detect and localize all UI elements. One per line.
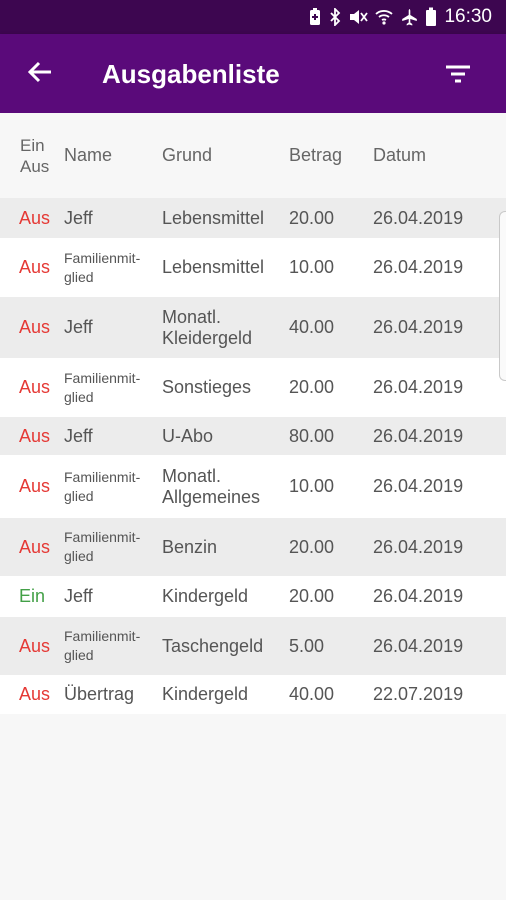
row-datum: 26.04.2019 [373, 377, 464, 397]
row-datum: 26.04.2019 [373, 635, 464, 656]
header-betrag: Betrag [289, 145, 343, 165]
row-name: Übertrag [64, 684, 135, 704]
row-grund: Monatl. Allgemeines [162, 465, 261, 507]
filter-icon [445, 64, 471, 89]
row-grund: Lebensmittel [162, 257, 265, 277]
row-name: Jeff [64, 586, 93, 606]
row-datum: 26.04.2019 [373, 476, 464, 496]
transaction-table: Ein Aus Name Grund Betrag Datum Aus Jeff L… [0, 113, 506, 714]
table-row[interactable]: Aus Familienmit-glied Lebensmittel 10.00 26.… [0, 238, 506, 297]
row-grund: Monatl. Kleidergeld [162, 306, 253, 348]
table-row[interactable]: Aus Jeff U-Abo 80.00 26.04.2019 [0, 417, 506, 455]
row-datum: 26.04.2019 [373, 425, 464, 446]
row-grund: Kindergeld [162, 684, 249, 704]
arrow-back-icon [27, 60, 53, 89]
row-name: Familienmit-glied [64, 628, 141, 663]
row-datum: 26.04.2019 [373, 257, 464, 277]
table-row[interactable]: Aus Jeff Lebensmittel 20.00 26.04.2019 [0, 198, 506, 238]
table-row[interactable]: Aus Familienmit-glied Sonstieges 20.00 26.04… [0, 358, 506, 417]
row-type: Aus [19, 207, 51, 228]
header-grund: Grund [162, 145, 213, 165]
battery-icon [425, 7, 437, 27]
status-bar: 16:30 [0, 0, 506, 34]
table-row[interactable]: Aus Familienmit-glied Monatl. Allgemeines 1… [0, 455, 506, 518]
table-row[interactable]: Aus Übertrag Kindergeld 40.00 22.07.2019 [0, 675, 506, 714]
row-datum: 26.04.2019 [373, 317, 464, 337]
row-name: Familienmit-glied [64, 529, 141, 564]
row-betrag: 10.00 [289, 257, 335, 277]
row-type: Aus [19, 317, 51, 337]
table-header: Ein Aus Name Grund Betrag Datum [0, 113, 506, 198]
row-betrag: 10.00 [289, 476, 335, 496]
header-datum: Datum [373, 145, 427, 165]
row-grund: U-Abo [162, 425, 214, 446]
row-grund: Kindergeld [162, 586, 249, 606]
page-title: Ausgabenliste [102, 59, 280, 89]
row-datum: 26.04.2019 [373, 586, 464, 606]
bluetooth-icon [329, 8, 341, 26]
row-type: Ein [19, 586, 46, 606]
filter-button[interactable] [440, 58, 476, 94]
row-betrag: 20.00 [289, 377, 335, 397]
row-name: Familienmit-glied [64, 468, 141, 504]
header-ein-aus: Ein Aus [20, 135, 50, 176]
table-row[interactable]: Aus Familienmit-glied Benzin 20.00 26.04.201… [0, 518, 506, 576]
back-button[interactable] [22, 56, 58, 92]
row-datum: 26.04.2019 [373, 536, 464, 557]
row-betrag: 5.00 [289, 635, 325, 656]
mute-icon [348, 8, 369, 26]
row-betrag: 20.00 [289, 536, 335, 557]
header-name: Name [64, 145, 113, 165]
app-bar: Ausgabenliste [0, 34, 506, 113]
airplane-icon [400, 8, 418, 26]
row-type: Aus [19, 257, 51, 277]
table-row[interactable]: Aus Familienmit-glied Taschengeld 5.00 26.04… [0, 617, 506, 675]
row-name: Jeff [64, 317, 93, 337]
row-datum: 22.07.2019 [373, 684, 464, 704]
row-type: Aus [19, 425, 51, 446]
row-name: Jeff [64, 207, 93, 228]
row-type: Aus [19, 536, 51, 557]
row-betrag: 20.00 [289, 207, 335, 228]
row-betrag: 40.00 [289, 684, 335, 704]
table-row[interactable]: Ein Jeff Kindergeld 20.00 26.04.2019 [0, 576, 506, 617]
row-grund: Lebensmittel [162, 207, 265, 228]
row-datum: 26.04.2019 [373, 207, 464, 228]
row-type: Aus [19, 476, 51, 496]
row-betrag: 40.00 [289, 317, 335, 337]
status-time: 16:30 [444, 6, 492, 27]
row-type: Aus [19, 684, 51, 704]
table-row[interactable]: Aus Jeff Monatl. Kleidergeld 40.00 26.04.201… [0, 297, 506, 358]
row-betrag: 80.00 [289, 425, 335, 446]
row-type: Aus [19, 635, 51, 656]
row-grund: Benzin [162, 536, 218, 557]
wifi-icon [375, 8, 394, 26]
row-type: Aus [19, 377, 51, 397]
row-name: Jeff [64, 425, 93, 446]
row-name: Familienmit-glied [64, 369, 141, 405]
row-name: Familienmit-glied [64, 249, 141, 285]
table-body: Aus Jeff Lebensmittel 20.00 26.04.2019 Aus Fam… [0, 198, 506, 714]
row-grund: Sonstieges [162, 377, 252, 397]
row-grund: Taschengeld [162, 635, 264, 656]
scroll-handle[interactable] [499, 211, 506, 381]
row-betrag: 20.00 [289, 586, 335, 606]
battery-saver-icon [308, 8, 322, 26]
